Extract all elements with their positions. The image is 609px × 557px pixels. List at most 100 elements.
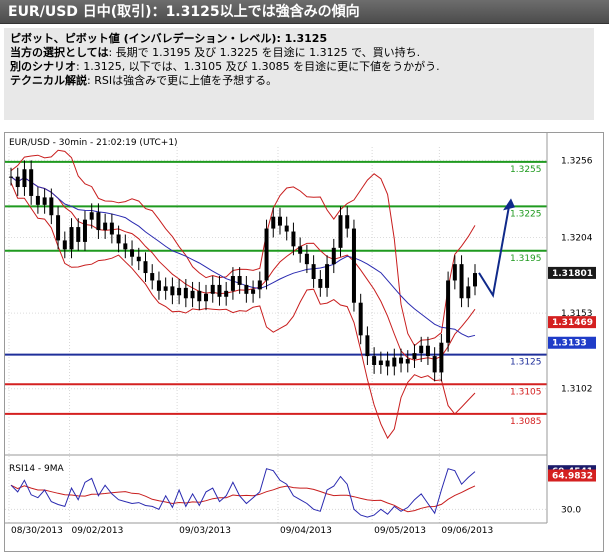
candle-body	[123, 243, 128, 250]
candle-body	[224, 290, 229, 297]
candle-body	[385, 360, 390, 367]
candles	[9, 160, 477, 382]
candle-body	[311, 264, 316, 279]
bollinger-bands	[10, 149, 476, 440]
candle-body	[378, 360, 383, 365]
candle-body	[49, 197, 54, 216]
preferred-line: 当方の選択としては: 長期で 1.3195 及び 1.3225 を目途に 1.3…	[10, 46, 588, 60]
tech-line: テクニカル解説: RSIは強含みで更に上値を予想する。	[10, 74, 588, 88]
candle-body	[473, 273, 477, 287]
level-label: 1.3195	[510, 254, 542, 264]
candle-body	[277, 216, 282, 226]
rsi-tick-label: 30.0	[561, 505, 581, 515]
x-tick-label: 09/05/2013	[374, 526, 426, 536]
lower-band-badge: 1.31469	[552, 318, 593, 328]
candle-body	[325, 264, 330, 288]
chart-title: EUR/USD - 30min - 21:02:19 (UTC+1)	[9, 138, 178, 148]
candle-body	[190, 290, 195, 299]
pivot-label: ピボット、ピボット値 (インバレデーション・レベル): 1.3125	[10, 32, 328, 45]
page-title: EUR/USD 日中(取引)：1.3125以上では強含みの傾向	[0, 0, 609, 24]
candle-body	[183, 287, 188, 299]
bollinger-middle-line	[10, 176, 476, 361]
preferred-label: 当方の選択としては	[10, 46, 109, 59]
candle-body	[237, 276, 242, 285]
current-price-badge: 1.31801	[552, 269, 593, 279]
level-label: 1.3085	[510, 417, 542, 427]
price-badges: 1.31801 1.31469 1.3133	[548, 266, 596, 349]
alt-label: 別のシナリオ	[10, 60, 76, 73]
candle-body	[109, 222, 114, 235]
candle-body	[446, 280, 451, 343]
candle-body	[452, 264, 457, 281]
chart-frame: 1.3255 1.3225 1.3195 1.3125 1.3105 1.3085 1.3…	[4, 132, 604, 552]
candle-body	[412, 353, 417, 360]
candle-body	[69, 227, 74, 250]
candle-body	[116, 234, 121, 244]
candle-body	[291, 231, 296, 247]
candle-body	[251, 289, 256, 294]
candle-body	[9, 176, 13, 178]
candle-body	[271, 216, 276, 229]
rsi-line	[10, 468, 476, 518]
candle-body	[419, 345, 424, 354]
candle-body	[439, 342, 444, 373]
candle-body	[392, 357, 397, 367]
candle-body	[304, 253, 309, 265]
candle-body	[103, 222, 108, 231]
candle-body	[35, 195, 40, 205]
candle-body	[405, 359, 410, 364]
level-label: 1.3255	[510, 165, 542, 175]
candle-body	[197, 290, 202, 302]
level-label: 1.3225	[510, 209, 542, 219]
rsi-title: RSI14 - 9MA	[9, 464, 65, 474]
level-label: 1.3125	[510, 358, 542, 368]
candle-body	[358, 302, 363, 336]
candle-body	[42, 197, 47, 205]
candle-body	[331, 247, 336, 265]
candle-body	[143, 261, 148, 274]
candle-body	[399, 357, 404, 364]
candle-body	[15, 176, 20, 188]
candle-body	[284, 225, 289, 232]
candle-body	[156, 280, 161, 291]
analysis-box: ピボット、ピボット値 (インバレデーション・レベル): 1.3125 当方の選択…	[4, 28, 594, 120]
preferred-text: : 長期で 1.3195 及び 1.3225 を目途に 1.3125 で、買い持…	[108, 46, 421, 59]
candle-body	[351, 228, 356, 303]
alt-line: 別のシナリオ: 1.3125, 以下では、1.3105 及び 1.3085 を目…	[10, 60, 588, 74]
candle-body	[425, 345, 430, 357]
candle-body	[89, 212, 94, 220]
candle-body	[217, 284, 222, 297]
price-tick-label: 1.3256	[561, 156, 593, 166]
candle-body	[76, 227, 81, 242]
candle-body	[345, 215, 350, 229]
candle-body	[338, 215, 343, 248]
candle-body	[459, 264, 464, 299]
candle-body	[82, 219, 87, 242]
x-tick-label: 09/06/2013	[441, 526, 493, 536]
x-axis: 08/30/2013 09/02/2013 09/03/2013 09/04/2013…	[5, 522, 547, 536]
candle-body	[177, 287, 182, 296]
rsi-ma-badge: 64.9832	[552, 472, 593, 482]
candle-body	[466, 286, 471, 299]
candle-body	[318, 278, 323, 288]
tech-text: : RSIは強含みで更に上値を予想する。	[87, 74, 278, 87]
candle-body	[170, 286, 175, 296]
candle-body	[372, 356, 377, 365]
tech-label: テクニカル解説	[10, 74, 87, 87]
candle-body	[244, 284, 249, 294]
candle-body	[230, 276, 235, 291]
x-tick-label: 09/03/2013	[179, 526, 231, 536]
candle-body	[130, 249, 135, 257]
price-levels: 1.3255 1.3225 1.3195 1.3125 1.3105 1.3085	[5, 160, 547, 427]
candle-body	[56, 215, 61, 241]
candle-body	[365, 335, 370, 357]
candle-body	[22, 169, 27, 188]
candle-body	[136, 256, 141, 262]
rsi-panel: 30.069.454164.9832	[5, 454, 596, 518]
candle-body	[204, 293, 209, 302]
candle-body	[96, 212, 101, 231]
rsi-ma-line	[10, 484, 476, 513]
candle-body	[210, 284, 215, 294]
x-tick-label: 08/30/2013	[11, 526, 63, 536]
bollinger-upper-line	[10, 149, 476, 347]
